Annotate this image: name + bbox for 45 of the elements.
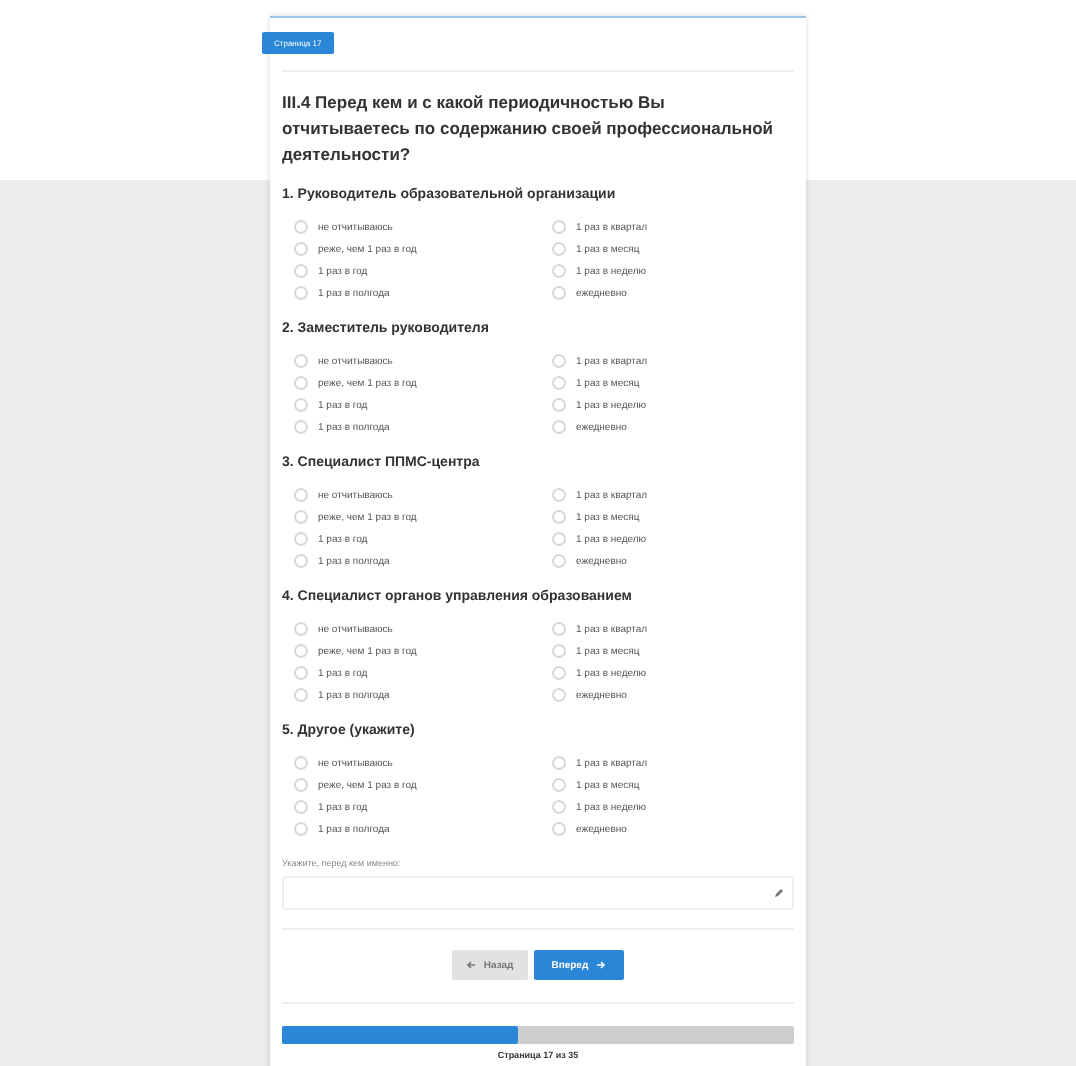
right-arrow-icon — [596, 960, 607, 970]
radio-button[interactable] — [552, 242, 566, 256]
left-arrow-icon — [465, 960, 476, 970]
radio-button[interactable] — [552, 554, 566, 568]
radio-button[interactable] — [552, 644, 566, 658]
question-title: III.4 Перед кем и с какой периодичностью Вы отчитываетесь по содержанию своей профессиональной деятельности? — [282, 90, 776, 168]
radio-button[interactable] — [552, 488, 566, 502]
radio-button[interactable] — [552, 220, 566, 234]
radio-button[interactable] — [294, 398, 308, 412]
radio-button[interactable] — [552, 778, 566, 792]
radio-button[interactable] — [294, 666, 308, 680]
radio-button[interactable] — [294, 822, 308, 836]
radio-button[interactable] — [294, 756, 308, 770]
input-field[interactable] — [282, 876, 794, 910]
radio-button[interactable] — [552, 376, 566, 390]
pencil-icon — [774, 888, 784, 898]
radio-button[interactable] — [294, 510, 308, 524]
radio-button[interactable] — [552, 420, 566, 434]
radio-button[interactable] — [294, 242, 308, 256]
radio-button[interactable] — [294, 554, 308, 568]
radio-button[interactable] — [552, 398, 566, 412]
radio-button[interactable] — [552, 666, 566, 680]
radio-button[interactable] — [294, 354, 308, 368]
radio-button[interactable] — [294, 644, 308, 658]
radio-button[interactable] — [294, 220, 308, 234]
radio-button[interactable] — [552, 532, 566, 546]
radio-button[interactable] — [552, 286, 566, 300]
radio-button[interactable] — [294, 286, 308, 300]
radio-button[interactable] — [294, 800, 308, 814]
radio-button[interactable] — [294, 688, 308, 702]
radio-button[interactable] — [294, 778, 308, 792]
radio-button[interactable] — [294, 622, 308, 636]
radio-button[interactable] — [294, 532, 308, 546]
radio-button[interactable] — [294, 264, 308, 278]
radio-button[interactable] — [552, 622, 566, 636]
radio-button[interactable] — [552, 264, 566, 278]
radio-button[interactable] — [552, 756, 566, 770]
radio-button[interactable] — [552, 800, 566, 814]
radio-button[interactable] — [294, 420, 308, 434]
radio-button[interactable] — [552, 688, 566, 702]
radio-button[interactable] — [294, 488, 308, 502]
radio-button[interactable] — [552, 510, 566, 524]
radio-button[interactable] — [552, 354, 566, 368]
radio-button[interactable] — [294, 376, 308, 390]
radio-button[interactable] — [552, 822, 566, 836]
